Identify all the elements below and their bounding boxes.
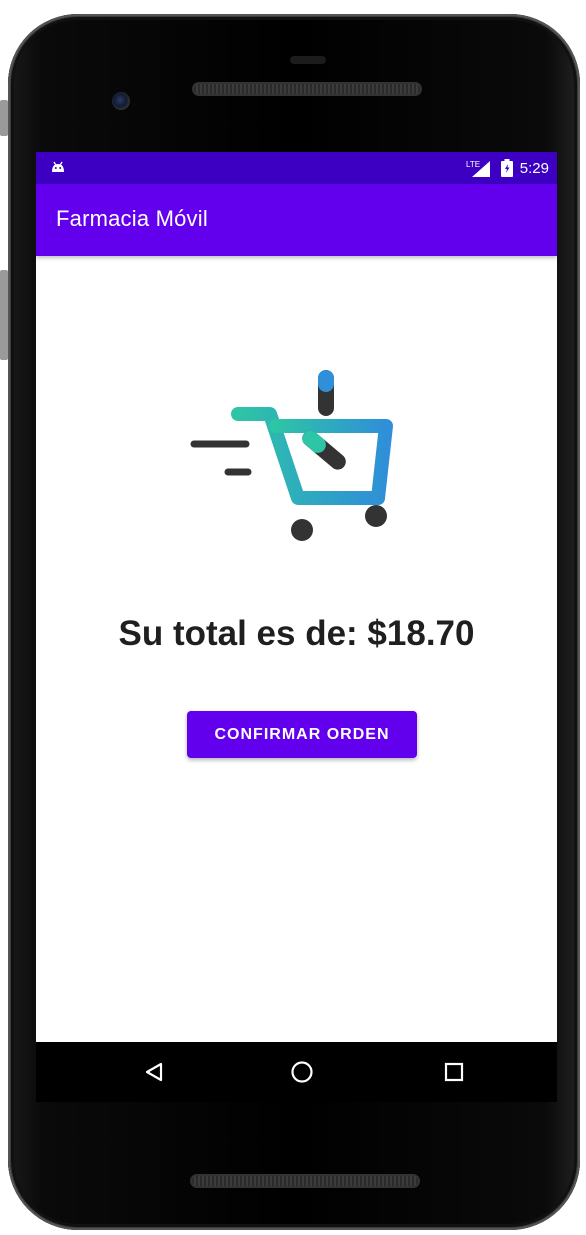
navigation-bar (36, 1042, 557, 1102)
front-camera (112, 92, 130, 110)
lte-signal-icon: LTE (466, 160, 490, 177)
recents-icon (444, 1062, 464, 1082)
back-icon (145, 1062, 163, 1082)
order-total: Su total es de: $18.70 (118, 614, 475, 653)
side-button-volume (0, 270, 8, 360)
battery-icon (500, 159, 513, 177)
svg-text:LTE: LTE (466, 160, 480, 169)
app-title: Farmacia Móvil (56, 206, 208, 231)
earpiece-speaker (192, 82, 422, 96)
back-button[interactable] (138, 1056, 170, 1088)
android-icon (52, 161, 64, 172)
status-icons: LTE 5:29 (466, 158, 549, 178)
recents-button[interactable] (438, 1056, 470, 1088)
status-bar: LTE 5:29 (36, 152, 557, 184)
side-button-top (0, 100, 8, 136)
app-bar: Farmacia Móvil (36, 184, 557, 256)
sensor-slot (290, 56, 326, 64)
confirm-order-button[interactable]: CONFIRMAR ORDEN (187, 711, 417, 758)
home-button[interactable] (286, 1056, 318, 1088)
phone-screen: LTE 5:29 Farmacia Móvil Su total es de: … (36, 152, 557, 1042)
pharmacy-cart-icon (190, 370, 393, 541)
bottom-speaker (190, 1174, 420, 1188)
home-icon (291, 1061, 313, 1083)
status-time: 5:29 (519, 159, 549, 177)
